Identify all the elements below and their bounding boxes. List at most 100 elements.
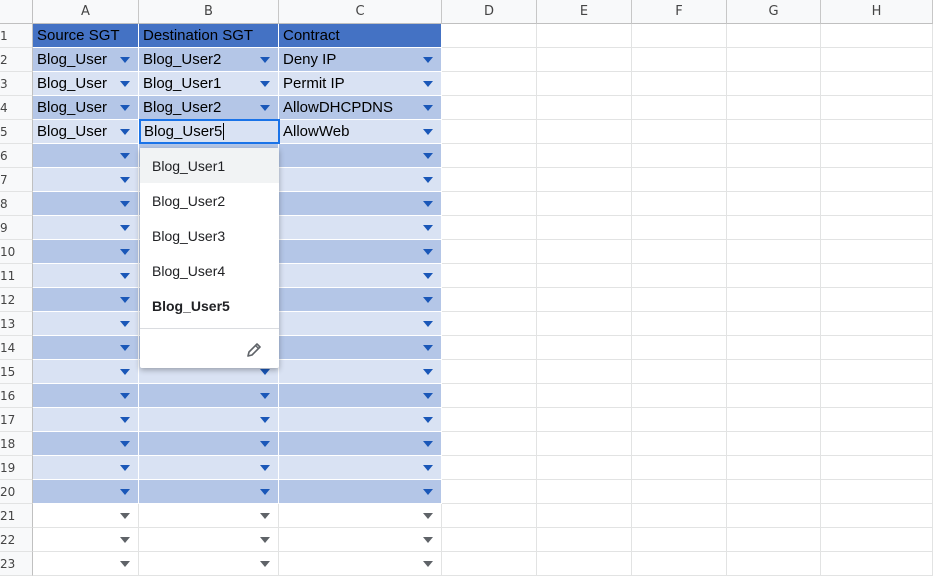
- cell-a22[interactable]: [33, 528, 139, 552]
- cell-b1[interactable]: Destination SGT: [139, 24, 279, 48]
- cell-g21[interactable]: [727, 504, 821, 528]
- cell-h7[interactable]: [821, 168, 933, 192]
- cell-e4[interactable]: [537, 96, 632, 120]
- pencil-icon[interactable]: [245, 341, 263, 359]
- cell-d1[interactable]: [442, 24, 537, 48]
- cell-e6[interactable]: [537, 144, 632, 168]
- cell-a16[interactable]: [33, 384, 139, 408]
- cell-a13[interactable]: [33, 312, 139, 336]
- cell-c23[interactable]: [279, 552, 442, 576]
- cell-c12[interactable]: [279, 288, 442, 312]
- row-header-4[interactable]: 4: [0, 96, 33, 120]
- cell-a4[interactable]: Blog_User: [33, 96, 139, 120]
- cell-e13[interactable]: [537, 312, 632, 336]
- cell-g12[interactable]: [727, 288, 821, 312]
- row-header-19[interactable]: 19: [0, 456, 33, 480]
- dropdown-arrow-icon[interactable]: [120, 536, 130, 543]
- cell-h6[interactable]: [821, 144, 933, 168]
- cell-f23[interactable]: [632, 552, 727, 576]
- cell-h16[interactable]: [821, 384, 933, 408]
- cell-h3[interactable]: [821, 72, 933, 96]
- dropdown-arrow-icon[interactable]: [423, 56, 433, 63]
- cell-g11[interactable]: [727, 264, 821, 288]
- cell-c11[interactable]: [279, 264, 442, 288]
- cell-f9[interactable]: [632, 216, 727, 240]
- row-header-8[interactable]: 8: [0, 192, 33, 216]
- row-header-11[interactable]: 11: [0, 264, 33, 288]
- cell-d11[interactable]: [442, 264, 537, 288]
- cell-c22[interactable]: [279, 528, 442, 552]
- cell-f1[interactable]: [632, 24, 727, 48]
- cell-b23[interactable]: [139, 552, 279, 576]
- cell-c7[interactable]: [279, 168, 442, 192]
- cell-g3[interactable]: [727, 72, 821, 96]
- cell-e18[interactable]: [537, 432, 632, 456]
- cell-a14[interactable]: [33, 336, 139, 360]
- cell-f10[interactable]: [632, 240, 727, 264]
- row-header-17[interactable]: 17: [0, 408, 33, 432]
- cell-g7[interactable]: [727, 168, 821, 192]
- cell-a23[interactable]: [33, 552, 139, 576]
- cell-e9[interactable]: [537, 216, 632, 240]
- dropdown-arrow-icon[interactable]: [260, 104, 270, 111]
- cell-a5[interactable]: Blog_User: [33, 120, 139, 144]
- row-header-16[interactable]: 16: [0, 384, 33, 408]
- cell-b17[interactable]: [139, 408, 279, 432]
- cell-h12[interactable]: [821, 288, 933, 312]
- cell-h5[interactable]: [821, 120, 933, 144]
- cell-a17[interactable]: [33, 408, 139, 432]
- cell-c15[interactable]: [279, 360, 442, 384]
- cell-e10[interactable]: [537, 240, 632, 264]
- row-header-6[interactable]: 6: [0, 144, 33, 168]
- cell-f11[interactable]: [632, 264, 727, 288]
- cell-c3[interactable]: Permit IP: [279, 72, 442, 96]
- cell-d5[interactable]: [442, 120, 537, 144]
- cell-e15[interactable]: [537, 360, 632, 384]
- cell-g10[interactable]: [727, 240, 821, 264]
- active-cell-b5[interactable]: Blog_User5: [139, 119, 280, 144]
- dropdown-arrow-icon[interactable]: [423, 296, 433, 303]
- cell-a21[interactable]: [33, 504, 139, 528]
- dropdown-arrow-icon[interactable]: [423, 368, 433, 375]
- dropdown-arrow-icon[interactable]: [260, 440, 270, 447]
- cell-e17[interactable]: [537, 408, 632, 432]
- dropdown-arrow-icon[interactable]: [423, 344, 433, 351]
- column-header-e[interactable]: E: [537, 0, 632, 24]
- row-header-13[interactable]: 13: [0, 312, 33, 336]
- cell-g15[interactable]: [727, 360, 821, 384]
- row-header-20[interactable]: 20: [0, 480, 33, 504]
- cell-d19[interactable]: [442, 456, 537, 480]
- cell-f2[interactable]: [632, 48, 727, 72]
- cell-d6[interactable]: [442, 144, 537, 168]
- row-header-21[interactable]: 21: [0, 504, 33, 528]
- cell-g13[interactable]: [727, 312, 821, 336]
- dropdown-arrow-icon[interactable]: [260, 80, 270, 87]
- cell-d18[interactable]: [442, 432, 537, 456]
- column-header-d[interactable]: D: [442, 0, 537, 24]
- cell-g2[interactable]: [727, 48, 821, 72]
- dropdown-arrow-icon[interactable]: [260, 464, 270, 471]
- dropdown-arrow-icon[interactable]: [120, 128, 130, 135]
- cell-f16[interactable]: [632, 384, 727, 408]
- column-header-h[interactable]: H: [821, 0, 933, 24]
- cell-f5[interactable]: [632, 120, 727, 144]
- cell-c2[interactable]: Deny IP: [279, 48, 442, 72]
- cell-d8[interactable]: [442, 192, 537, 216]
- cell-f3[interactable]: [632, 72, 727, 96]
- cell-g23[interactable]: [727, 552, 821, 576]
- dropdown-arrow-icon[interactable]: [423, 560, 433, 567]
- cell-g5[interactable]: [727, 120, 821, 144]
- cell-d2[interactable]: [442, 48, 537, 72]
- cell-d9[interactable]: [442, 216, 537, 240]
- cell-e12[interactable]: [537, 288, 632, 312]
- cell-h18[interactable]: [821, 432, 933, 456]
- column-header-f[interactable]: F: [632, 0, 727, 24]
- row-header-2[interactable]: 2: [0, 48, 33, 72]
- dropdown-arrow-icon[interactable]: [120, 440, 130, 447]
- dropdown-arrow-icon[interactable]: [260, 368, 270, 375]
- dropdown-arrow-icon[interactable]: [120, 560, 130, 567]
- cell-e23[interactable]: [537, 552, 632, 576]
- cell-f19[interactable]: [632, 456, 727, 480]
- cell-f22[interactable]: [632, 528, 727, 552]
- cell-a1[interactable]: Source SGT: [33, 24, 139, 48]
